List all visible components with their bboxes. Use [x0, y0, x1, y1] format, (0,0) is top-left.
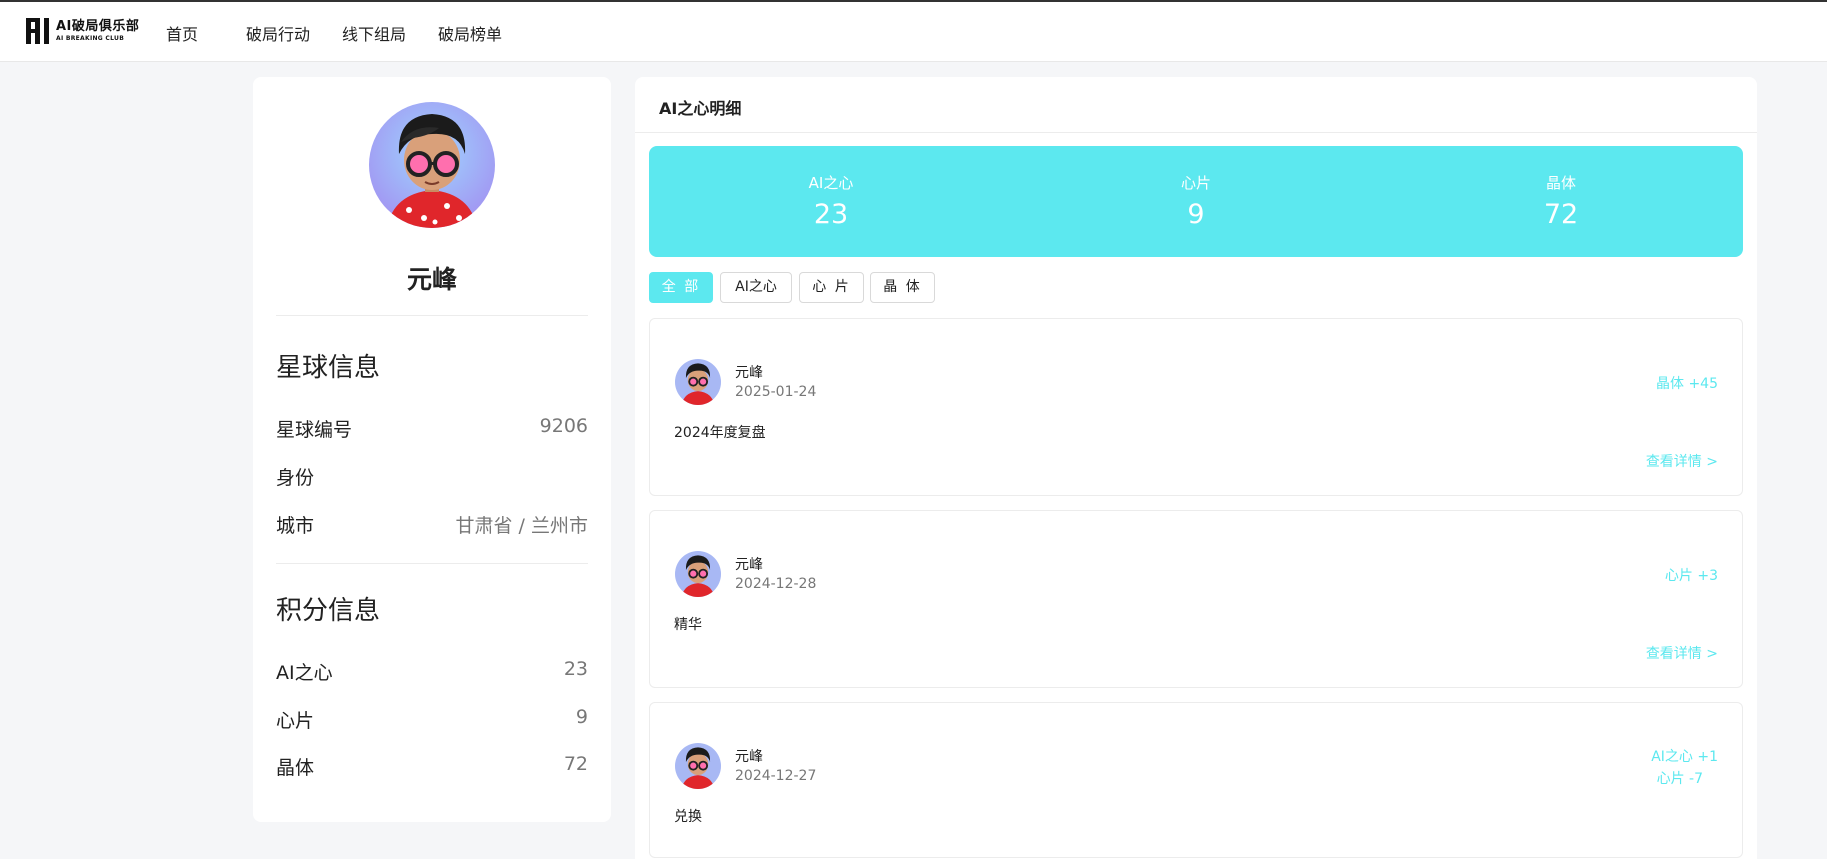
filter-heart-piece-button[interactable]: 心 片	[799, 272, 864, 303]
nav-ranking[interactable]: 破局榜单	[438, 21, 502, 45]
record-date: 2024-12-28	[735, 576, 817, 592]
planet-section-title: 星球信息	[276, 353, 381, 383]
record-date: 2024-12-27	[735, 768, 817, 784]
avatar	[675, 551, 721, 597]
detail-panel: AI之心明细 AI之心 23 心片 9 晶体 72 全 部 AI之心 心 片 晶…	[635, 77, 1757, 859]
profile-card: 元峰 星球信息 星球编号 9206 身份 城市 甘肃省 / 兰州市 积分信息 A…	[253, 77, 611, 822]
panel-title: AI之心明细	[659, 99, 742, 118]
divider	[276, 315, 588, 316]
stat-label: AI之心	[808, 174, 854, 192]
points-section-title: 积分信息	[276, 596, 381, 626]
record-card: 元峰 2025-01-24 晶体 +45 2024年度复盘 查看详情 >	[649, 318, 1743, 496]
nav-home[interactable]: 首页	[166, 21, 198, 45]
record-delta-secondary: 心片 -7	[1656, 771, 1703, 787]
record-description: 2024年度复盘	[674, 425, 766, 441]
planet-row-label: 星球编号	[276, 419, 353, 441]
stat-value: 23	[813, 199, 849, 230]
record-delta: 心片 +3	[1664, 568, 1718, 584]
points-row-label: AI之心	[276, 662, 333, 684]
record-date: 2025-01-24	[735, 384, 817, 400]
planet-row-value: 9206	[539, 415, 588, 437]
divider	[276, 563, 588, 564]
record-description: 兑换	[674, 809, 702, 825]
view-details-link[interactable]: 查看详情 >	[1646, 451, 1718, 471]
divider	[635, 132, 1757, 133]
record-card: 元峰 2024-12-27 AI之心 +1 心片 -7 兑换	[649, 702, 1743, 858]
club-logo[interactable]: AI破局俱乐部 AI BREAKING CLUB	[26, 16, 139, 46]
planet-row-label: 身份	[276, 467, 315, 489]
record-user-name: 元峰	[735, 749, 763, 765]
stat-value: 9	[1187, 199, 1205, 230]
planet-row-label: 城市	[276, 515, 315, 537]
record-card: 元峰 2024-12-28 心片 +3 精华 查看详情 >	[649, 510, 1743, 688]
filter-crystal-button[interactable]: 晶 体	[870, 272, 935, 303]
filter-ai-heart-button[interactable]: AI之心	[720, 272, 792, 303]
view-details-link[interactable]: 查看详情 >	[1646, 643, 1718, 663]
nav-action[interactable]: 破局行动	[246, 21, 310, 45]
points-row-value: 9	[575, 706, 588, 728]
profile-name: 元峰	[406, 265, 457, 294]
points-row-value: 23	[563, 658, 588, 680]
record-description: 精华	[674, 617, 702, 633]
planet-row-value: 甘肃省 / 兰州市	[455, 515, 588, 537]
points-row-label: 晶体	[276, 757, 315, 779]
record-delta: 晶体 +45	[1656, 376, 1718, 392]
record-user-name: 元峰	[735, 557, 763, 573]
stat-value: 72	[1543, 199, 1579, 230]
stats-banner: AI之心 23 心片 9 晶体 72	[649, 146, 1743, 257]
record-user-name: 元峰	[735, 365, 763, 381]
nav-offline[interactable]: 线下组局	[342, 21, 406, 45]
stat-label: 心片	[1180, 174, 1211, 192]
logo-mark-icon	[26, 16, 50, 46]
logo-text-en: AI BREAKING CLUB	[56, 35, 125, 42]
stat-label: 晶体	[1545, 174, 1576, 192]
logo-text-cn: AI破局俱乐部	[56, 19, 140, 34]
points-row-value: 72	[563, 753, 588, 775]
record-delta: AI之心 +1	[1651, 749, 1718, 765]
avatar	[369, 102, 495, 228]
top-nav-bar: AI破局俱乐部 AI BREAKING CLUB 首页 破局行动 线下组局 破局…	[0, 2, 1827, 62]
avatar	[675, 359, 721, 405]
avatar	[675, 743, 721, 789]
filter-all-button[interactable]: 全 部	[649, 272, 713, 303]
points-row-label: 心片	[276, 710, 315, 732]
